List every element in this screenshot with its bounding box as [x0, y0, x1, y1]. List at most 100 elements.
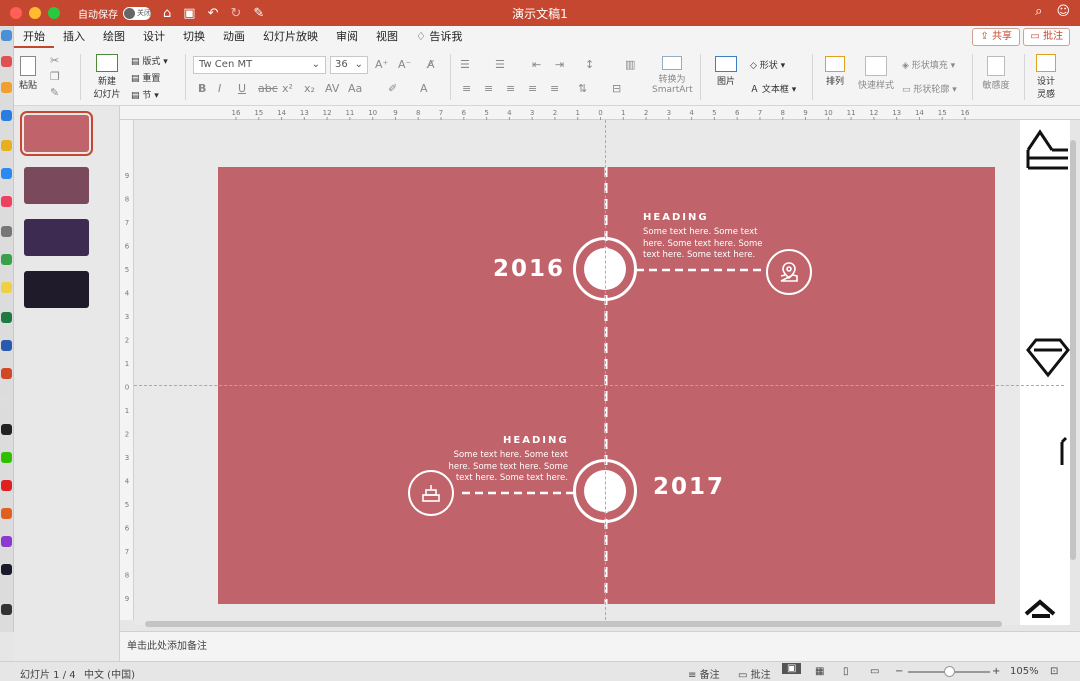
notes-pane[interactable]: 单击此处添加备注 — [120, 631, 1080, 661]
grow-font-icon[interactable]: A⁺ — [375, 58, 388, 71]
wechat-icon[interactable] — [1, 452, 12, 463]
layout-button[interactable]: ▤ 版式 ▾ — [131, 54, 168, 67]
notes-toggle[interactable]: ≡ 备注 — [688, 666, 720, 681]
zoom-out-icon[interactable]: − — [895, 666, 903, 677]
autosave-toggle[interactable]: 关闭 — [123, 6, 151, 20]
align-text-icon[interactable]: ⊟ — [612, 82, 621, 95]
bullets-icon[interactable]: ☰ — [460, 58, 470, 71]
zoom-in-icon[interactable]: + — [992, 666, 1000, 677]
copy-icon[interactable]: ❐ — [50, 70, 60, 83]
redo-icon[interactable]: ↻ — [230, 6, 241, 21]
decrease-indent-icon[interactable]: ⇤ — [532, 58, 541, 71]
photos-icon[interactable] — [1, 82, 12, 93]
superscript-icon[interactable]: x² — [282, 82, 293, 95]
new-slide-button[interactable]: 新建 幻灯片 — [90, 54, 124, 100]
zoom-window-button[interactable] — [48, 7, 60, 19]
video-icon[interactable] — [1, 536, 12, 547]
share-button[interactable]: ⇪ 共享 — [972, 28, 1020, 46]
change-case-icon[interactable]: Aa — [348, 82, 362, 95]
section-button[interactable]: ▤ 节 ▾ — [131, 88, 159, 101]
quick-style-button[interactable]: 快速样式 — [858, 56, 894, 91]
horizontal-scrollbar[interactable] — [145, 621, 1002, 627]
search-icon[interactable]: ⌕ — [1035, 4, 1042, 19]
picture-button[interactable]: 图片 — [708, 56, 744, 87]
line-spacing-icon[interactable]: ↕ — [585, 58, 594, 71]
cut-icon[interactable]: ✂ — [50, 54, 59, 67]
tab-draw[interactable]: 绘图 — [94, 26, 134, 48]
convert-smartart-button[interactable]: 转换为 SmartArt — [652, 56, 693, 95]
subscript-icon[interactable]: x₂ — [304, 82, 315, 95]
textbox-button[interactable]: Ａ 文本框 ▾ — [750, 82, 796, 95]
sensitivity-button[interactable]: 敏感度 — [980, 56, 1012, 91]
clear-format-icon[interactable]: A̸ — [427, 58, 435, 71]
shape-fill-button[interactable]: ◈ 形状填充 ▾ — [902, 58, 955, 71]
align-right-icon[interactable]: ≡ — [506, 82, 515, 95]
zoom-level[interactable]: 105% — [1010, 666, 1039, 677]
chrome-icon[interactable] — [1, 140, 12, 151]
notes-icon[interactable] — [1, 282, 12, 293]
game-icon[interactable] — [1, 396, 12, 407]
tab-design[interactable]: 设计 — [134, 26, 174, 48]
font-size-select[interactable]: 36 ⌄ — [330, 56, 368, 74]
red-app-icon[interactable] — [1, 480, 12, 491]
tab-insert[interactable]: 插入 — [54, 26, 94, 48]
highlight-icon[interactable]: ✐ — [388, 82, 397, 95]
character-spacing-icon[interactable]: AV — [325, 82, 339, 95]
fit-slide-icon[interactable]: ⊡ — [1050, 666, 1058, 677]
shape-outline-button[interactable]: ▭ 形状轮廓 ▾ — [902, 82, 957, 95]
comments-toggle[interactable]: ▭ 批注 — [738, 666, 771, 681]
columns-icon[interactable]: ▥ — [625, 58, 635, 71]
slide-thumbnail-3[interactable] — [24, 219, 89, 256]
slide-thumbnail-2[interactable] — [24, 167, 89, 204]
reset-button[interactable]: ▤ 重置 — [131, 71, 160, 84]
tab-view[interactable]: 视图 — [367, 26, 407, 48]
slide-sorter-icon[interactable]: ▦ — [815, 666, 824, 677]
tab-transitions[interactable]: 切换 — [174, 26, 214, 48]
app-store-icon[interactable] — [1, 168, 12, 179]
strikethrough-icon[interactable]: abc — [258, 82, 278, 95]
format-painter-icon[interactable]: ✎ — [50, 86, 59, 99]
align-center-icon[interactable]: ≡ — [484, 82, 493, 95]
powerpoint-icon[interactable] — [1, 368, 12, 379]
smiley-icon[interactable]: ☺ — [1056, 4, 1070, 19]
tools-icon[interactable] — [1, 508, 12, 519]
text-direction-icon[interactable]: ⇅ — [578, 82, 587, 95]
tab-review[interactable]: 审阅 — [327, 26, 367, 48]
comments-button[interactable]: ▭ 批注 — [1023, 28, 1070, 46]
safari-icon[interactable] — [1, 110, 12, 121]
font-color-icon[interactable]: A — [420, 82, 428, 95]
distributed-icon[interactable]: ≡ — [550, 82, 559, 95]
zoom-slider-thumb[interactable] — [944, 666, 955, 677]
shape-button[interactable]: ◇ 形状 ▾ — [750, 58, 785, 71]
italic-icon[interactable]: I — [218, 82, 221, 95]
increase-indent-icon[interactable]: ⇥ — [555, 58, 564, 71]
tab-animations[interactable]: 动画 — [214, 26, 254, 48]
player-icon[interactable] — [1, 564, 12, 575]
font-name-select[interactable]: Tw Cen MT ⌄ — [193, 56, 326, 74]
designer-button[interactable]: 设计 灵感 — [1032, 54, 1060, 100]
tab-home[interactable]: 开始 — [14, 26, 54, 48]
close-window-button[interactable] — [10, 7, 22, 19]
shrink-font-icon[interactable]: A⁻ — [398, 58, 411, 71]
settings-icon[interactable] — [1, 226, 12, 237]
underline-icon[interactable]: U — [238, 82, 246, 95]
save-icon[interactable]: ▣ — [183, 6, 195, 21]
align-left-icon[interactable]: ≡ — [462, 82, 471, 95]
bold-icon[interactable]: B — [198, 82, 206, 95]
slideshow-icon[interactable]: ▭ — [870, 666, 879, 677]
paste-button[interactable]: 粘贴 — [16, 56, 40, 91]
reading-view-icon[interactable]: ▯ — [843, 666, 849, 677]
normal-view-icon[interactable]: ▣ — [782, 663, 802, 674]
excel-icon[interactable] — [1, 312, 12, 323]
tab-tell-me[interactable]: ♢ 告诉我 — [407, 26, 471, 48]
finder-icon[interactable] — [1, 30, 12, 41]
customize-icon[interactable]: ✎ — [253, 6, 264, 21]
numbers-icon[interactable] — [1, 254, 12, 265]
monitor-icon[interactable] — [1, 604, 12, 615]
vertical-scrollbar[interactable] — [1070, 140, 1076, 560]
justify-icon[interactable]: ≡ — [528, 82, 537, 95]
zoom-slider[interactable] — [908, 666, 990, 677]
word-icon[interactable] — [1, 340, 12, 351]
tab-slideshow[interactable]: 幻灯片放映 — [254, 26, 327, 48]
qq-icon[interactable] — [1, 424, 12, 435]
